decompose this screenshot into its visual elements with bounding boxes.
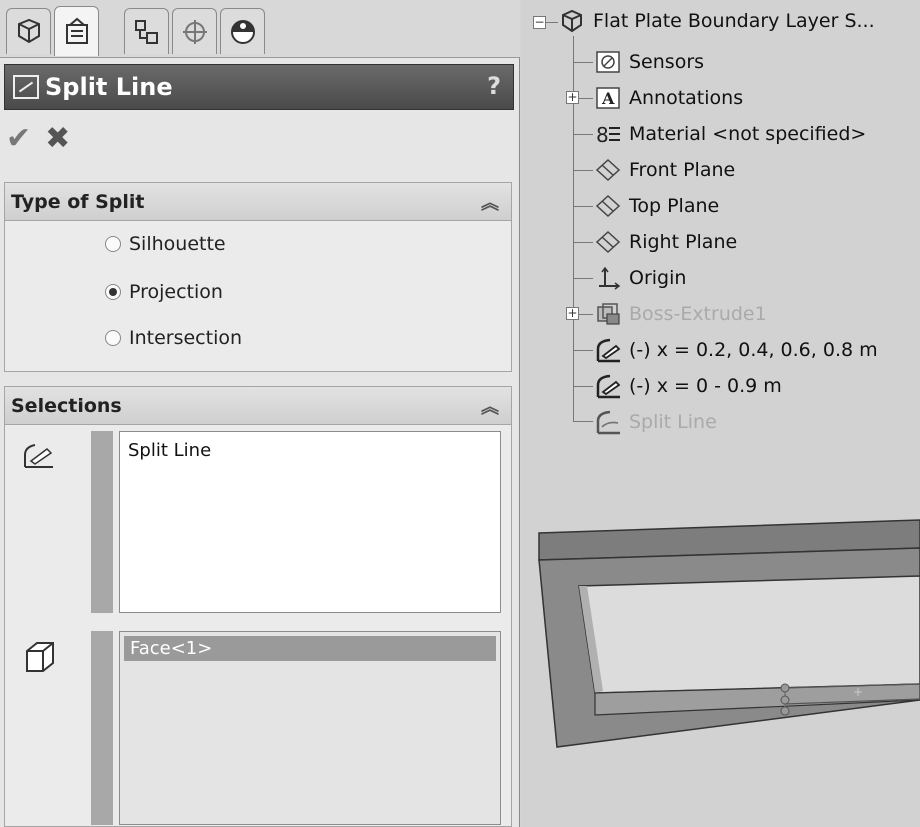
split-line-icon [593,409,623,435]
svg-text:8: 8 [596,123,609,146]
radio-label: Intersection [129,327,243,349]
tree-root-label: Flat Plate Boundary Layer S... [593,10,875,32]
faces-to-split-list[interactable]: Face<1> [119,631,501,825]
tree-item-label: (-) x = 0 - 0.9 m [629,375,782,397]
selection-color-bar [91,431,113,613]
extrude-icon [593,301,623,327]
tree-item-sketch-1[interactable]: (-) x = 0.2, 0.4, 0.6, 0.8 m [593,337,878,363]
dim-xpert-icon [182,19,207,44]
tree-item-label: Material <not specified> [629,123,867,145]
tree-item-label: Right Plane [629,231,738,253]
ok-cancel-bar: ✔ ✖ [6,118,70,158]
tree-item-label: Annotations [629,87,744,109]
tree-item-label: Origin [629,267,687,289]
tree-item-label: Split Line [629,411,717,433]
tree-item-top-plane[interactable]: Top Plane [593,193,719,219]
tree-collapse-toggle[interactable]: − [533,16,546,29]
property-manager-tab[interactable] [54,6,99,56]
sketch-icon [593,337,623,363]
tree-item-label: Front Plane [629,159,736,181]
tree-root-part[interactable]: Flat Plate Boundary Layer S... [557,8,875,34]
feature-manager-icon [17,18,40,43]
tree-item-material[interactable]: 8 Material <not specified> [593,121,866,147]
tree-item-split-line[interactable]: Split Line [593,409,717,435]
tree-item-annotations[interactable]: A Annotations [593,85,743,111]
property-manager-panel: Split Line ? ✔ ✖ Type of Split ︽ Silhoue… [0,0,520,827]
tree-item-label: Top Plane [629,195,720,217]
tree-item-sensors[interactable]: Sensors [593,49,704,75]
svg-text:A: A [601,89,615,108]
tree-item-boss-extrude[interactable]: Boss-Extrude1 [593,301,767,327]
help-button[interactable]: ? [487,72,501,100]
tree-item-label: (-) x = 0.2, 0.4, 0.6, 0.8 m [629,339,878,361]
collapse-chevron-icon[interactable]: ︽ [481,393,499,419]
tree-item-label: Sensors [629,51,705,73]
feature-manager-tab[interactable] [6,8,51,54]
configuration-manager-tab[interactable] [124,8,169,54]
tree-item-right-plane[interactable]: Right Plane [593,229,737,255]
tree-expand-toggle[interactable]: + [566,307,579,320]
plane-icon [593,193,623,219]
type-of-split-header[interactable]: Type of Split ︽ [5,183,511,221]
radio-label: Projection [129,281,223,303]
selection-color-bar [91,631,113,825]
selections-group: Selections ︽ Split Line Face<1> [4,386,512,827]
display-manager-icon [230,19,255,44]
radio-button[interactable] [105,236,121,252]
annotations-icon: A [593,85,623,111]
origin-icon [593,265,623,291]
tree-item-sketch-2[interactable]: (-) x = 0 - 0.9 m [593,373,782,399]
sketch-icon [593,373,623,399]
sensors-icon [593,49,623,75]
radio-button[interactable] [105,330,121,346]
sketch-selection-list[interactable]: Split Line [119,431,501,613]
svg-text:+: + [853,685,863,699]
sketch-to-project-icon [24,444,53,468]
radio-intersection[interactable]: Intersection [105,327,242,349]
radio-label: Silhouette [129,233,226,255]
list-item-selected[interactable]: Face<1> [124,636,496,661]
group-title: Type of Split [11,190,145,213]
radio-silhouette[interactable]: Silhouette [105,233,226,255]
face-select-icon [26,642,54,672]
type-of-split-group: Type of Split ︽ Silhouette Projection In… [4,182,512,372]
group-title: Selections [11,394,122,417]
list-item[interactable]: Split Line [128,440,492,461]
configuration-manager-icon [134,19,158,44]
collapse-chevron-icon[interactable]: ︽ [481,189,499,215]
display-manager-tab[interactable] [220,8,265,54]
tree-item-origin[interactable]: Origin [593,265,686,291]
material-icon: 8 [593,121,623,147]
split-line-icon [13,75,39,99]
tree-expand-toggle[interactable]: + [566,91,579,104]
graphics-area[interactable]: − Flat Plate Boundary Layer S... Sensors… [521,0,920,827]
plane-icon [593,229,623,255]
manager-tabstrip [0,0,520,58]
part-icon [557,8,587,34]
page-title: Split Line [45,73,173,101]
ok-checkmark-icon[interactable]: ✔ [6,121,31,156]
property-manager-titlebar: Split Line ? [4,64,514,110]
flat-plate-model[interactable]: + [521,500,920,827]
dim-xpert-tab[interactable] [172,8,217,54]
cancel-x-icon[interactable]: ✖ [45,121,70,156]
radio-button-selected[interactable] [105,284,121,300]
radio-projection[interactable]: Projection [105,281,223,303]
property-manager-icon [65,17,88,44]
tree-item-label: Boss-Extrude1 [629,303,767,325]
selections-header[interactable]: Selections ︽ [5,387,511,425]
plane-icon [593,157,623,183]
tree-item-front-plane[interactable]: Front Plane [593,157,735,183]
